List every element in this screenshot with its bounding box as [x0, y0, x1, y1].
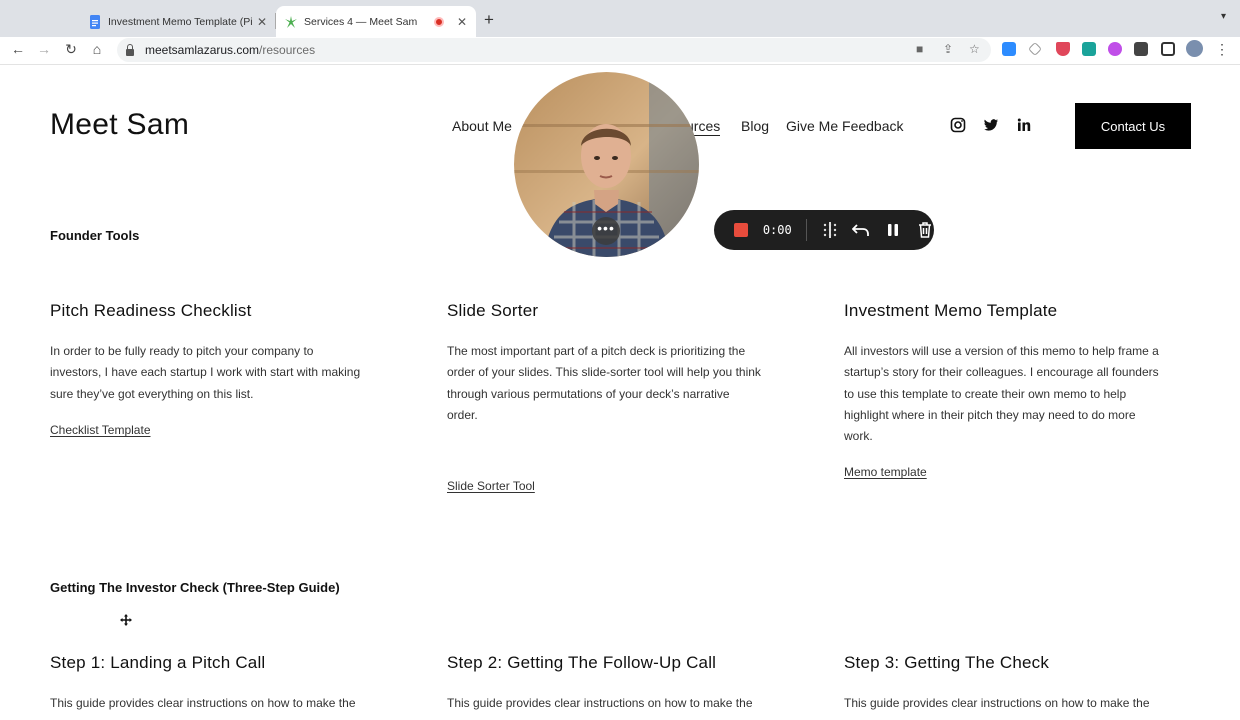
card-investment-memo: Investment Memo Template All investors w… — [844, 301, 1194, 479]
step-card-2: Step 2: Getting The Follow-Up Call This … — [447, 653, 797, 714]
card-description: In order to be fully ready to pitch your… — [50, 344, 361, 401]
side-panel-icon[interactable] — [1161, 42, 1175, 56]
step-description: This guide provides clear instructions o… — [844, 696, 1150, 710]
contact-us-button[interactable]: Contact Us — [1075, 103, 1191, 149]
stop-recording-button[interactable] — [734, 223, 748, 237]
nav-blog[interactable]: Blog — [741, 118, 769, 134]
card-slide-sorter: Slide Sorter The most important part of … — [447, 301, 797, 493]
memo-template-link[interactable]: Memo template — [844, 465, 927, 479]
step-description: This guide provides clear instructions o… — [50, 696, 356, 710]
checklist-template-link[interactable]: Checklist Template — [50, 423, 151, 437]
delete-recording-icon[interactable] — [916, 221, 934, 239]
nav-give-me-feedback[interactable]: Give Me Feedback — [786, 118, 904, 134]
instagram-icon[interactable] — [950, 117, 966, 133]
webcam-more-options-icon[interactable]: ••• — [592, 217, 620, 245]
back-arrow-icon[interactable]: ← — [8, 41, 28, 57]
puzzle-extensions-icon[interactable] — [1134, 42, 1148, 56]
close-tab-icon[interactable]: ✕ — [254, 15, 270, 29]
slide-sorter-tool-link[interactable]: Slide Sorter Tool — [447, 479, 535, 493]
recording-timer: 0:00 — [762, 223, 792, 237]
tab-investment-memo[interactable]: Investment Memo Template (Pi ✕ — [80, 6, 276, 37]
card-title: Slide Sorter — [447, 301, 539, 320]
site-logo[interactable]: Meet Sam — [50, 108, 189, 142]
tab-title: Investment Memo Template (Pi — [108, 15, 253, 28]
step-description: This guide provides clear instructions o… — [447, 696, 753, 710]
share-icon[interactable]: ⇪ — [943, 42, 953, 56]
pause-recording-icon[interactable] — [884, 221, 902, 239]
tab-title: Services 4 — Meet Sam — [304, 15, 418, 28]
section-heading-founder-tools: Founder Tools — [50, 228, 140, 243]
address-bar[interactable]: meetsamlazarus.com/resources ■ ⇪ ☆ — [117, 38, 991, 62]
step-title: Step 1: Landing a Pitch Call — [50, 653, 266, 672]
tab-services-meet-sam[interactable]: Services 4 — Meet Sam ✕ — [276, 6, 476, 37]
profile-avatar[interactable] — [1186, 40, 1203, 57]
home-icon[interactable]: ⌂ — [87, 41, 107, 57]
step-card-3: Step 3: Getting The Check This guide pro… — [844, 653, 1194, 714]
spark-extension-icon[interactable] — [1108, 42, 1122, 56]
linkedin-icon[interactable] — [1016, 117, 1032, 133]
m-extension-icon[interactable] — [1082, 42, 1096, 56]
shield-extension-icon[interactable] — [1056, 42, 1070, 56]
card-description: The most important part of a pitch deck … — [447, 344, 761, 422]
restart-recording-icon[interactable] — [852, 221, 870, 239]
recording-bar-divider — [805, 219, 807, 241]
nav-about-me[interactable]: About Me — [452, 118, 512, 134]
move-cursor-icon — [120, 614, 132, 626]
new-tab-button[interactable]: + — [484, 10, 494, 30]
step-title: Step 3: Getting The Check — [844, 653, 1050, 672]
card-title: Investment Memo Template — [844, 301, 1058, 320]
section-heading-investor-check: Getting The Investor Check (Three-Step G… — [50, 580, 340, 595]
twitter-icon[interactable] — [983, 117, 999, 133]
recording-indicator-icon — [434, 16, 444, 27]
google-docs-icon — [90, 14, 100, 29]
url-text: meetsamlazarus.com/resources — [145, 43, 316, 57]
close-tab-icon[interactable]: ✕ — [454, 15, 470, 29]
tab-search-chevron-icon[interactable]: ▾ — [1221, 11, 1226, 22]
forward-arrow-icon[interactable]: → — [34, 41, 54, 57]
browser-toolbar: ← → ↻ ⌂ meetsamlazarus.com/resources ■ ⇪… — [0, 37, 1240, 65]
card-description: All investors will use a version of this… — [844, 344, 1159, 444]
site-favicon-icon — [285, 15, 297, 28]
reload-icon[interactable]: ↻ — [61, 41, 81, 58]
card-pitch-readiness: Pitch Readiness Checklist In order to be… — [50, 301, 400, 437]
step-title: Step 2: Getting The Follow-Up Call — [447, 653, 717, 672]
step-card-1: Step 1: Landing a Pitch Call This guide … — [50, 653, 400, 714]
card-title: Pitch Readiness Checklist — [50, 301, 252, 320]
zoom-extension-icon[interactable] — [1002, 42, 1016, 56]
recording-control-bar: 0:00 — [714, 210, 934, 250]
pen-extension-icon[interactable] — [1027, 41, 1043, 57]
bookmark-star-icon[interactable]: ☆ — [969, 42, 980, 56]
lock-icon — [126, 43, 134, 56]
kebab-menu-icon[interactable]: ⋮ — [1212, 41, 1232, 58]
camera-icon[interactable]: ■ — [916, 42, 923, 56]
drawing-tools-icon[interactable] — [821, 221, 839, 239]
browser-tab-bar: Investment Memo Template (Pi ✕ Services … — [0, 0, 1240, 37]
